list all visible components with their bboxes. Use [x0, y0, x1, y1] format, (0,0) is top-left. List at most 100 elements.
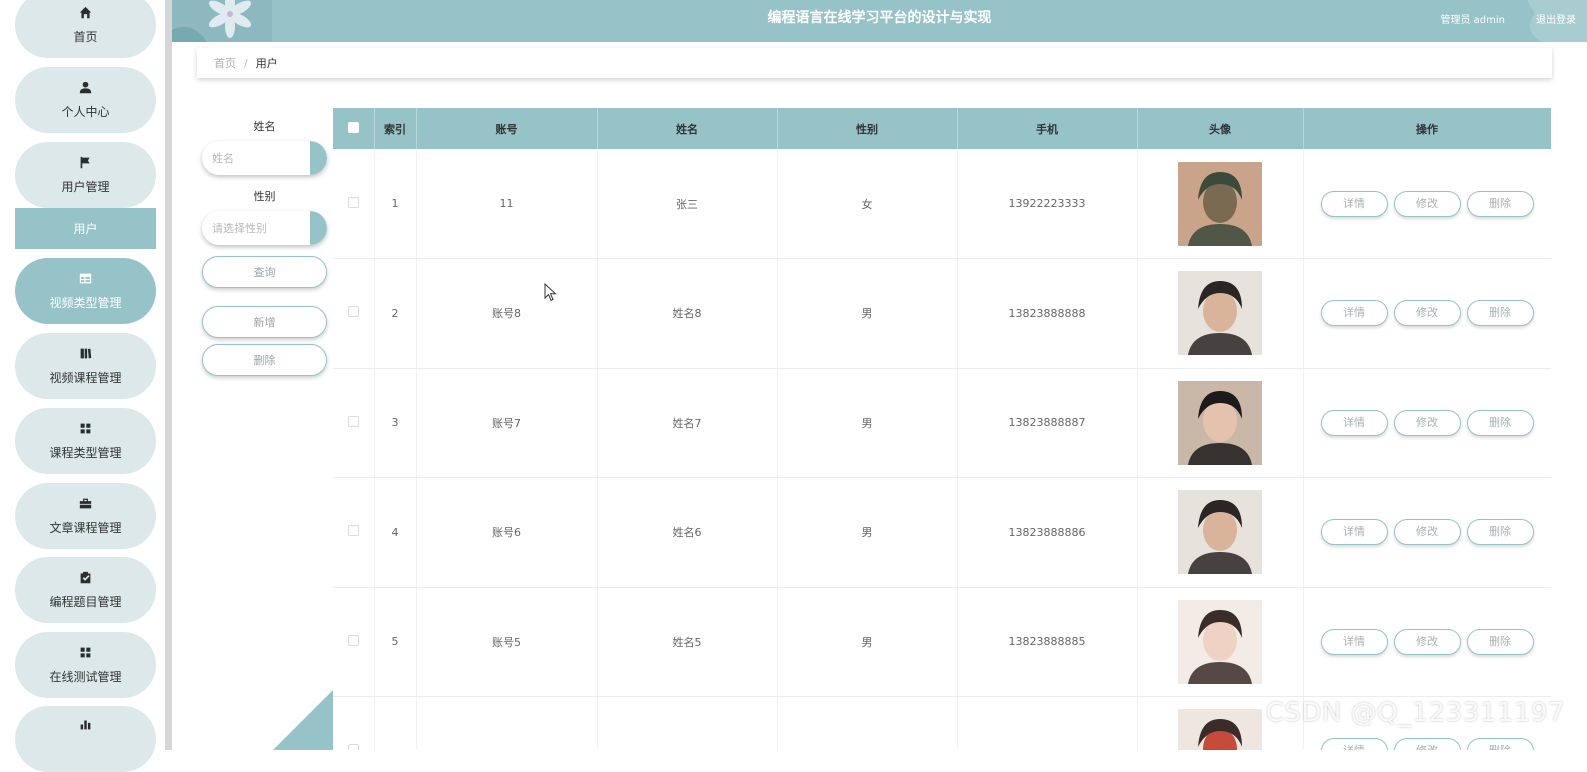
- delete-button[interactable]: 删除: [1466, 300, 1534, 327]
- sidebar-item-statistics[interactable]: [15, 706, 156, 772]
- batch-delete-button[interactable]: 删除: [202, 344, 327, 376]
- cell-account: 账号7: [416, 368, 598, 478]
- column-header-index[interactable]: 索引: [374, 108, 417, 149]
- cell-actions: 详情修改删除: [1303, 587, 1551, 697]
- edit-button[interactable]: 修改: [1393, 300, 1461, 327]
- delete-button[interactable]: 删除: [1466, 190, 1534, 217]
- cell-name: 张三: [597, 149, 778, 259]
- sidebar-item-online-test-management[interactable]: 在线测试管理: [15, 632, 156, 698]
- detail-button[interactable]: 详情: [1320, 519, 1388, 546]
- sidebar-item-video-course-management[interactable]: 视频课程管理: [15, 333, 156, 399]
- query-button[interactable]: 查询: [202, 256, 327, 288]
- sidebar-item-video-type-management[interactable]: 视频类型管理: [15, 258, 156, 324]
- edit-button[interactable]: 修改: [1393, 628, 1461, 655]
- row-checkbox[interactable]: [347, 415, 359, 427]
- current-user: 管理员 admin: [1440, 15, 1505, 26]
- row-checkbox[interactable]: [347, 634, 359, 646]
- table-row: 1 11 张三女 13922223333 详情 修改 删除: [333, 149, 1551, 259]
- row-select-cell: [333, 149, 375, 259]
- cell-actions: 详情修改删除: [1303, 368, 1551, 478]
- avatar-image[interactable]: [1178, 709, 1262, 750]
- cell-name: 姓名6: [597, 477, 778, 588]
- briefcase-icon: [79, 497, 93, 511]
- table-row: 2 账号8 姓名8 男 13823888888 详情 修改 删除: [333, 258, 1551, 369]
- add-button[interactable]: 新增: [202, 306, 327, 338]
- user-table-container: 索引 账号 姓名 性别 手机 头像 操作 1 11 张三女 13922223333 详情…: [333, 108, 1551, 750]
- edit-button[interactable]: 修改: [1393, 409, 1461, 436]
- detail-button[interactable]: 详情: [1320, 738, 1388, 750]
- sidebar-item-label: 首页: [73, 29, 98, 44]
- clipboard-icon: [79, 571, 93, 585]
- column-header-avatar[interactable]: 头像: [1137, 108, 1304, 149]
- sidebar-scrollbar[interactable]: [165, 0, 172, 750]
- avatar-image[interactable]: [1178, 161, 1262, 246]
- select-all-checkbox[interactable]: [347, 121, 359, 133]
- sidebar-item-label: 课程类型管理: [49, 445, 122, 460]
- avatar-image[interactable]: [1178, 599, 1262, 684]
- name-search-input[interactable]: 姓名: [202, 141, 327, 175]
- avatar-image[interactable]: [1178, 380, 1262, 465]
- book-icon: [79, 347, 93, 361]
- delete-button[interactable]: 删除: [1466, 738, 1534, 750]
- input-cap: [310, 141, 327, 175]
- cell-account: 账号5: [416, 587, 598, 697]
- column-header-gender[interactable]: 性别: [777, 108, 958, 149]
- watermark: CSDN @Q_123311197: [1265, 698, 1565, 728]
- row-checkbox[interactable]: [347, 525, 359, 537]
- select-all-cell: [333, 108, 375, 149]
- logout-link[interactable]: 退出登录: [1536, 11, 1576, 26]
- column-header-phone[interactable]: 手机: [957, 108, 1138, 149]
- cell-phone: 13823888886: [957, 477, 1138, 588]
- edit-button[interactable]: 修改: [1393, 190, 1461, 217]
- detail-button[interactable]: 详情: [1320, 300, 1388, 327]
- gender-select[interactable]: 请选择性别: [202, 211, 327, 245]
- corner-decoration: [273, 690, 333, 750]
- sidebar-subitem-users[interactable]: 用户: [15, 208, 156, 249]
- column-header-name[interactable]: 姓名: [597, 108, 778, 149]
- sidebar-item-user-management[interactable]: 用户管理: [15, 142, 156, 208]
- user-table: 索引 账号 姓名 性别 手机 头像 操作 1 11 张三女 13922223333 详情…: [333, 108, 1551, 750]
- edit-button[interactable]: 修改: [1393, 519, 1461, 546]
- delete-button[interactable]: 删除: [1466, 409, 1534, 436]
- row-checkbox[interactable]: [347, 744, 359, 750]
- sidebar-item-label: 视频类型管理: [49, 295, 122, 310]
- breadcrumb-home[interactable]: 首页: [214, 55, 236, 71]
- cell-avatar: [1137, 258, 1304, 369]
- cell-index: 4: [374, 477, 417, 588]
- column-header-account[interactable]: 账号: [416, 108, 598, 149]
- row-checkbox[interactable]: [347, 306, 359, 318]
- row-checkbox[interactable]: [347, 196, 359, 208]
- sidebar-item-profile[interactable]: 个人中心: [15, 67, 156, 133]
- cell-account: 账号8: [416, 258, 598, 369]
- cell-name: 姓名8: [597, 258, 778, 369]
- flag-icon: [79, 156, 93, 170]
- delete-button[interactable]: 删除: [1466, 519, 1534, 546]
- edit-button[interactable]: 修改: [1393, 738, 1461, 750]
- sidebar-item-label: 在线测试管理: [49, 669, 122, 684]
- table-row: 4 账号6 姓名6 男 13823888886 详情 修改 删除: [333, 477, 1551, 588]
- detail-button[interactable]: 详情: [1320, 628, 1388, 655]
- table-icon: [79, 272, 93, 286]
- sidebar: 首页 个人中心 用户管理 用户 视频类型管理 视频课程管理 课程类型管理 文章课…: [0, 0, 172, 772]
- cell-gender: 男: [777, 477, 958, 588]
- gender-select-placeholder: 请选择性别: [212, 222, 267, 235]
- avatar-image[interactable]: [1178, 490, 1262, 575]
- breadcrumb-current: 用户: [255, 57, 278, 70]
- delete-button[interactable]: 删除: [1466, 628, 1534, 655]
- bar-chart-icon: [79, 717, 93, 731]
- sidebar-item-course-type-management[interactable]: 课程类型管理: [15, 408, 156, 474]
- column-header-actions: 操作: [1303, 108, 1551, 149]
- detail-button[interactable]: 详情: [1320, 190, 1388, 217]
- cell-index: 1: [374, 149, 417, 259]
- sidebar-item-label: 文章课程管理: [49, 520, 122, 535]
- sidebar-item-programming-question-management[interactable]: 编程题目管理: [15, 557, 156, 623]
- table-row: 5 账号5 姓名5 男 13823888885 详情 修改 删除: [333, 587, 1551, 697]
- breadcrumb: 首页 / 用户: [197, 48, 1552, 78]
- detail-button[interactable]: 详情: [1320, 409, 1388, 436]
- avatar-image[interactable]: [1178, 271, 1262, 356]
- top-header: 编程语言在线学习平台的设计与实现 管理员 admin 退出登录: [172, 0, 1587, 42]
- sidebar-item-home[interactable]: 首页: [15, 0, 156, 58]
- mouse-cursor-icon: [544, 283, 557, 302]
- cell-phone: 13823888887: [957, 368, 1138, 478]
- sidebar-item-article-course-management[interactable]: 文章课程管理: [15, 483, 156, 549]
